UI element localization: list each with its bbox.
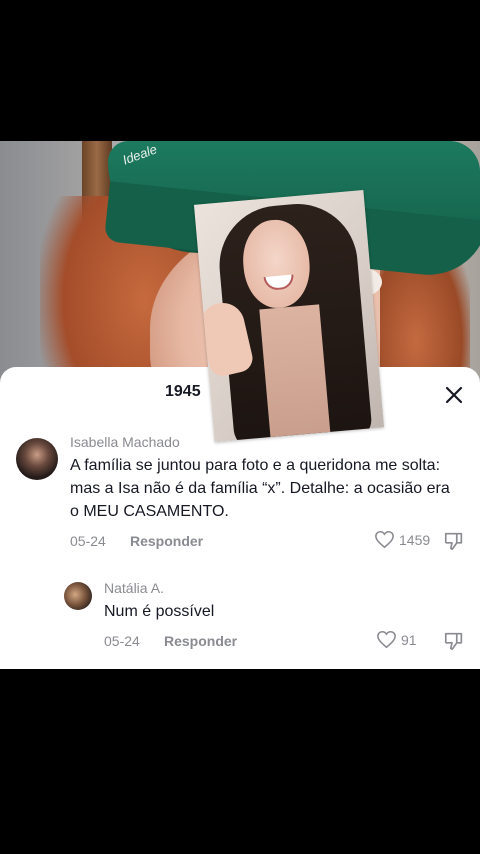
heart-outline-icon <box>375 530 394 549</box>
like-button[interactable]: 91 <box>376 630 417 649</box>
reply-button[interactable]: Responder <box>164 633 237 649</box>
avatar[interactable] <box>16 438 58 480</box>
creator-cutout-image <box>193 190 385 442</box>
creator-body <box>259 304 331 440</box>
thumbs-down-icon <box>444 632 463 651</box>
dislike-button[interactable] <box>443 530 465 557</box>
thumbs-down-icon <box>444 532 463 551</box>
reply-button[interactable]: Responder <box>130 533 203 549</box>
comment-text: A família se juntou para foto e a querid… <box>70 457 450 520</box>
comment-author[interactable]: Isabella Machado <box>70 434 180 450</box>
avatar[interactable] <box>64 582 92 610</box>
close-icon[interactable] <box>442 383 466 407</box>
comment-date: 05-24 <box>104 633 140 649</box>
dislike-button[interactable] <box>443 630 465 657</box>
comment-author[interactable]: Natália A. <box>104 580 164 596</box>
like-count: 91 <box>401 631 417 648</box>
heart-outline-icon <box>377 630 396 649</box>
comment-date: 05-24 <box>70 533 106 549</box>
comment-text: Num é possível <box>104 603 215 620</box>
like-count: 1459 <box>399 531 431 548</box>
comment-count: 1945 <box>165 383 201 400</box>
like-button[interactable]: 1459 <box>374 530 430 549</box>
